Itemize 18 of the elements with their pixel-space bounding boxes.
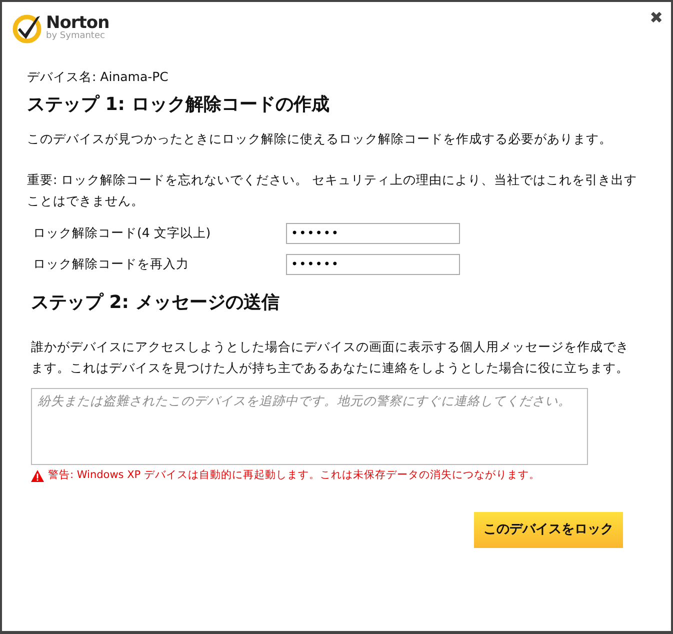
- field-label: ロック解除コードを再入力: [33, 254, 190, 273]
- paragraph: 重要: ロック解除コードを忘れないでください。 セキュリティ上の理由により、当社ではこれを引き出すことはできません。: [27, 170, 638, 210]
- password-field[interactable]: ••••••: [286, 222, 460, 244]
- message-field[interactable]: 紛失または盗難されたこのデバイスを追跡中です。地元の警察にすぐに連絡してください。: [31, 388, 588, 466]
- lock-device-button[interactable]: このデバイスをロック: [474, 512, 623, 548]
- step-heading: ステップ 1: ロック解除コードの作成: [27, 94, 330, 116]
- step-description: 誰かがデバイスにアクセスしようとした場合にデバイスの画面に表示する個人用メッセージを作成できます。これはデバイスを見つけた人が持ち主であるあなたに連絡をしようとした場合に役に立ちます。: [30, 338, 630, 378]
- password-field[interactable]: ••••••: [286, 254, 460, 275]
- warning-text: 警告: Windows XP デバイスは自動的に再起動します。これは未保存データの消失につながります。: [48, 468, 540, 484]
- device-name: デバイス名: Ainama-PC: [27, 68, 170, 86]
- close-button[interactable]: ✖: [650, 10, 663, 26]
- paragraph: このデバイスが見つかったときにロック解除に使えるロック解除コードを作成する必要があります。: [27, 130, 613, 148]
- brand-byline: by Symantec: [46, 32, 106, 42]
- step-heading: ステップ 2: メッセージの送信: [30, 292, 280, 314]
- logo-icon: [12, 12, 44, 44]
- brand-name: Norton: [46, 14, 110, 32]
- field-label: ロック解除コード(4 文字以上): [33, 224, 212, 242]
- warning-icon: [31, 470, 44, 482]
